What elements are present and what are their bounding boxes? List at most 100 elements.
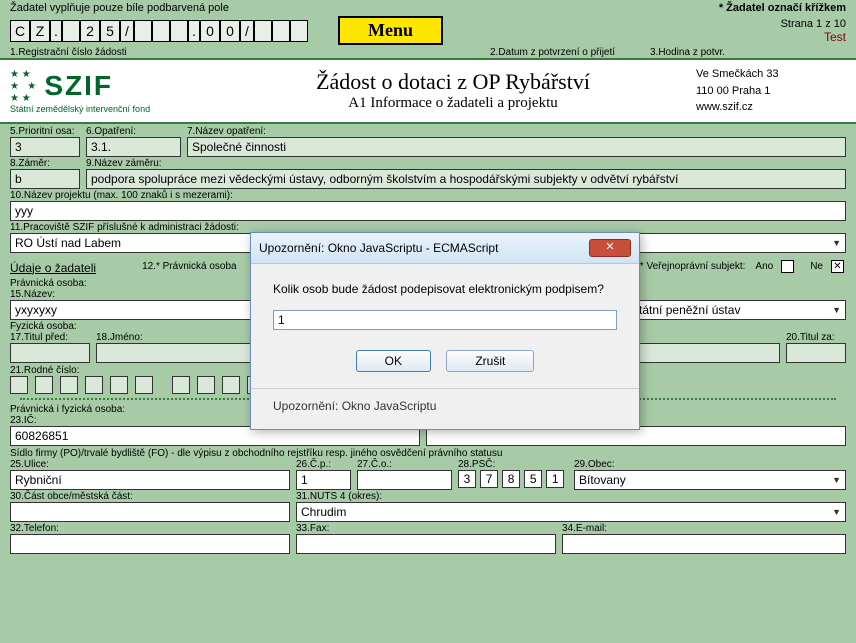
rc-cell xyxy=(35,376,53,394)
reg-cell: / xyxy=(240,20,254,42)
value-34[interactable] xyxy=(562,534,846,554)
label-31: 31.NUTS 4 (okres): xyxy=(296,491,846,502)
reg-cell: 0 xyxy=(200,20,220,42)
label-27: 27.Č.o.: xyxy=(357,459,452,470)
dialog-message: Kolik osob bude žádost podepisovat elekt… xyxy=(273,282,617,296)
js-alert-dialog: Upozornění: Okno JavaScriptu - ECMAScrip… xyxy=(250,232,640,430)
registration-row: C Z . 2 5 / . 0 0 / Menu Strana 1 z 10 T… xyxy=(0,14,856,47)
label-9: 9.Název záměru: xyxy=(86,158,846,169)
heading-sidlo: Sídlo firmy (PO)/trvalé bydliště (FO) - … xyxy=(10,448,846,459)
dialog-title-text: Upozornění: Okno JavaScriptu - ECMAScrip… xyxy=(259,241,498,255)
marker-text: * Žadatel označí křížkem xyxy=(719,2,846,14)
value-30[interactable] xyxy=(10,502,290,522)
psc-cell[interactable]: 8 xyxy=(502,470,520,488)
rc-cell xyxy=(197,376,215,394)
label-11: 11.Pracoviště SZIF příslušné k administr… xyxy=(10,222,846,233)
reg-cell: C xyxy=(10,20,30,42)
reg-cell xyxy=(170,20,188,42)
reg-cell xyxy=(272,20,290,42)
value-27[interactable] xyxy=(357,470,452,490)
sub-label-3: 3.Hodina z potvr. xyxy=(650,47,725,58)
label-29: 29.Obec: xyxy=(574,459,846,470)
reg-cell: 2 xyxy=(80,20,100,42)
dialog-input[interactable] xyxy=(273,310,617,330)
value-8: b xyxy=(10,169,80,189)
psc-cell[interactable]: 7 xyxy=(480,470,498,488)
psc-cell[interactable]: 3 xyxy=(458,470,476,488)
page-title: Žádost o dotaci z OP Rybářství xyxy=(210,69,696,95)
menu-button[interactable]: Menu xyxy=(338,16,443,45)
label-32: 32.Telefon: xyxy=(10,523,290,534)
chevron-down-icon: ▼ xyxy=(832,305,841,315)
value-20 xyxy=(786,343,846,363)
reg-cell xyxy=(152,20,170,42)
test-link[interactable]: Test xyxy=(781,30,846,44)
value-25[interactable]: Rybniční xyxy=(10,470,290,490)
rc-cell xyxy=(60,376,78,394)
reg-cell xyxy=(254,20,272,42)
sub-label-2: 2.Datum z potvrzení o přijetí xyxy=(490,47,650,58)
dialog-footer: Upozornění: Okno JavaScriptu xyxy=(251,388,639,429)
psc-cell[interactable]: 5 xyxy=(524,470,542,488)
label-26: 26.Č.p.: xyxy=(296,459,351,470)
label-8: 8.Záměr: xyxy=(10,158,80,169)
label-5: 5.Prioritní osa: xyxy=(10,126,80,137)
value-10[interactable]: yyy xyxy=(10,201,846,221)
chevron-down-icon: ▼ xyxy=(832,475,841,485)
value-26[interactable]: 1 xyxy=(296,470,351,490)
ok-button[interactable]: OK xyxy=(356,350,431,372)
chevron-down-icon: ▼ xyxy=(832,507,841,517)
rc-cell xyxy=(172,376,190,394)
value-32[interactable] xyxy=(10,534,290,554)
label-20: 20.Titul za: xyxy=(786,332,846,343)
dialog-body: Kolik osob bude žádost podepisovat elekt… xyxy=(251,264,639,338)
close-button[interactable]: ✕ xyxy=(589,239,631,257)
rc-cell xyxy=(10,376,28,394)
value-31-dropdown[interactable]: Chrudim ▼ xyxy=(296,502,846,522)
value-33[interactable] xyxy=(296,534,556,554)
psc-cells: 3 7 8 5 1 xyxy=(458,470,568,488)
label-17: 17.Titul před: xyxy=(10,332,90,343)
value-31-text: Chrudim xyxy=(301,505,346,519)
label-7: 7.Název opatření: xyxy=(187,126,846,137)
heading-udaje: Údaje o žadateli xyxy=(10,261,96,275)
sub-labels: 1.Registrační číslo žádosti 2.Datum z po… xyxy=(0,47,856,58)
label-25: 25.Ulice: xyxy=(10,459,290,470)
label-33: 33.Fax: xyxy=(296,523,556,534)
reg-cell: Z xyxy=(30,20,50,42)
address-area: Ve Smečkách 33 110 00 Praha 1 www.szif.c… xyxy=(696,66,846,116)
label-14: 14.* Veřejnoprávní subjekt: xyxy=(626,261,746,272)
psc-cell[interactable]: 1 xyxy=(546,470,564,488)
dialog-buttons: OK Zrušit xyxy=(251,338,639,388)
page-indicator: Strana 1 z 10 xyxy=(781,18,846,30)
label-ano: Ano xyxy=(755,261,773,272)
label-28: 28.PSČ: xyxy=(458,459,568,470)
value-9: podpora spolupráce mezi vědeckými ústavy… xyxy=(86,169,846,189)
title-area: Žádost o dotaci z OP Rybářství A1 Inform… xyxy=(210,69,696,112)
reg-cell xyxy=(62,20,80,42)
label-21: 21.Rodné číslo: xyxy=(10,365,80,376)
addr-line: www.szif.cz xyxy=(696,99,846,116)
dialog-titlebar: Upozornění: Okno JavaScriptu - ECMAScrip… xyxy=(251,233,639,264)
hint-text: Žadatel vyplňuje pouze bíle podbarvená p… xyxy=(10,2,229,14)
value-6: 3.1. xyxy=(86,137,181,157)
rc-cell xyxy=(135,376,153,394)
label-ne: Ne xyxy=(810,261,823,272)
cancel-button[interactable]: Zrušit xyxy=(446,350,534,372)
chevron-down-icon: ▼ xyxy=(832,238,841,248)
checkbox-ano[interactable] xyxy=(781,260,794,273)
reg-cell: . xyxy=(50,20,62,42)
addr-line: 110 00 Praha 1 xyxy=(696,83,846,100)
label-30: 30.Část obce/městská část: xyxy=(10,491,290,502)
value-7: Společné činnosti xyxy=(187,137,846,157)
checkbox-ne[interactable]: ✕ xyxy=(831,260,844,273)
top-bar: Žadatel vyplňuje pouze bíle podbarvená p… xyxy=(0,0,856,14)
reg-cells: C Z . 2 5 / . 0 0 / xyxy=(10,20,308,42)
reg-cell xyxy=(134,20,152,42)
sub-label-1: 1.Registrační číslo žádosti xyxy=(10,47,330,58)
value-11-text: RO Ústí nad Labem xyxy=(15,236,121,250)
reg-cell xyxy=(290,20,308,42)
label-6: 6.Opatření: xyxy=(86,126,181,137)
logo-text: SZIF xyxy=(44,70,113,102)
value-29-dropdown[interactable]: Bítovany ▼ xyxy=(574,470,846,490)
